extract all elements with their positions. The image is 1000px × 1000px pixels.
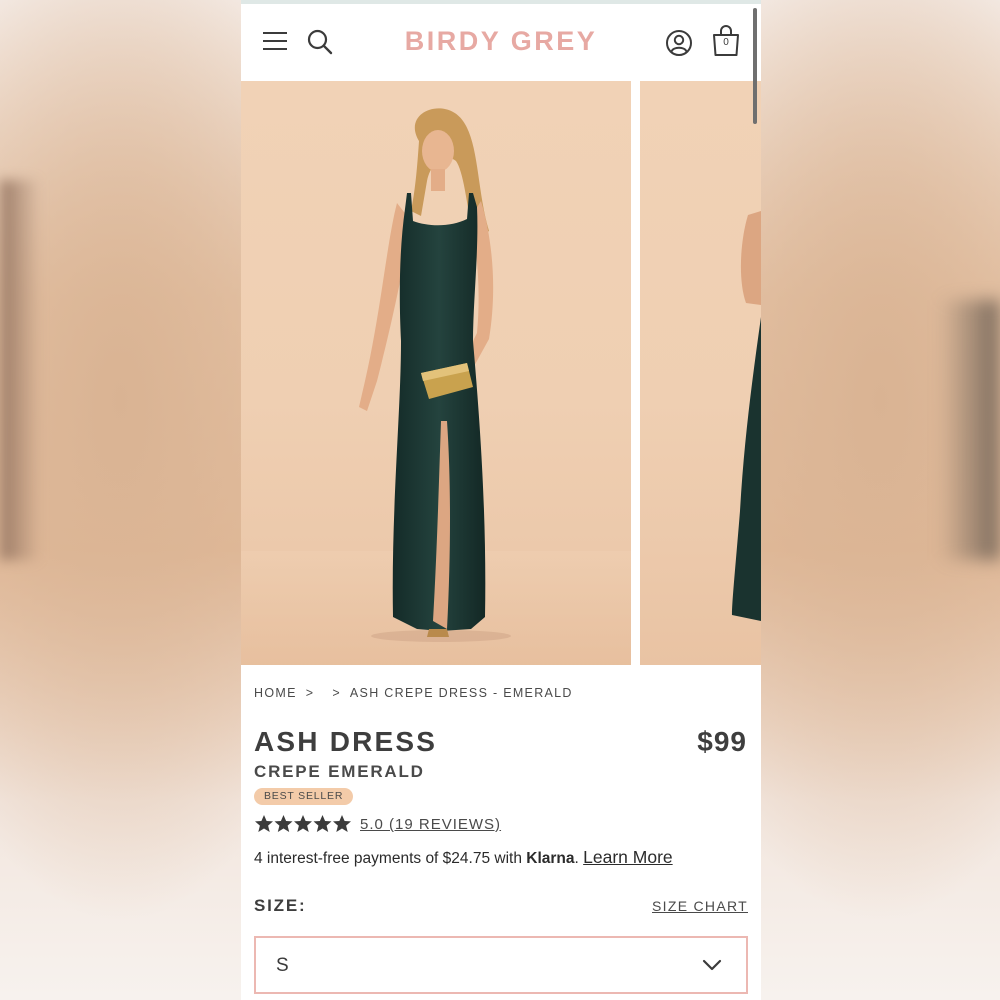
breadcrumb-current: ASH CREPE DRESS - EMERALD: [349, 686, 573, 700]
product-price: $99: [697, 726, 747, 757]
model-in-dress-illustration: [241, 108, 631, 665]
reviews-link[interactable]: 5.0 (19 REVIEWS): [360, 816, 501, 833]
star-icon: [333, 815, 351, 832]
klarna-payment-info: 4 interest-free payments of $24.75 with …: [254, 847, 673, 868]
breadcrumb: HOME > > ASH CREPE DRESS - EMERALD: [254, 686, 573, 700]
mobile-page: BIRDY GREY 0 HOME > > ASH CREPE DRESS - …: [241, 0, 761, 1000]
klarna-brand: Klarna: [526, 850, 575, 867]
star-icon: [255, 815, 273, 832]
product-image-main[interactable]: [241, 81, 631, 665]
klarna-learn-more-link[interactable]: Learn More: [583, 847, 673, 867]
star-icon: [294, 815, 312, 832]
star-icon: [274, 815, 293, 832]
breadcrumb-home[interactable]: HOME: [254, 686, 297, 700]
best-seller-badge: BEST SELLER: [254, 788, 354, 805]
chevron-down-icon: [702, 959, 722, 971]
backdrop-shadow-right: [940, 300, 1000, 560]
star-rating: [255, 815, 351, 832]
model-partial-illustration: [732, 211, 761, 621]
klarna-period: .: [574, 850, 579, 867]
account-icon[interactable]: [665, 29, 693, 57]
breadcrumb-separator: >: [305, 686, 315, 700]
cart-count: 0: [723, 37, 729, 48]
scrollbar[interactable]: [753, 8, 757, 124]
size-selected-value: S: [276, 955, 289, 976]
site-header: BIRDY GREY 0: [241, 4, 761, 81]
size-chart-link[interactable]: SIZE CHART: [652, 898, 748, 914]
backdrop-shadow-left: [0, 180, 40, 560]
size-label: SIZE:: [254, 896, 307, 915]
product-image-next[interactable]: [640, 81, 761, 665]
star-icon: [313, 815, 332, 832]
shopping-bag-button[interactable]: 0: [711, 24, 741, 58]
klarna-text: 4 interest-free payments of $24.75 with: [254, 850, 527, 867]
product-image-gallery[interactable]: [241, 81, 761, 665]
product-subtitle: CREPE EMERALD: [254, 762, 425, 781]
product-title: ASH DRESS: [254, 726, 438, 757]
breadcrumb-separator: >: [332, 686, 341, 700]
size-select[interactable]: S: [254, 936, 748, 994]
